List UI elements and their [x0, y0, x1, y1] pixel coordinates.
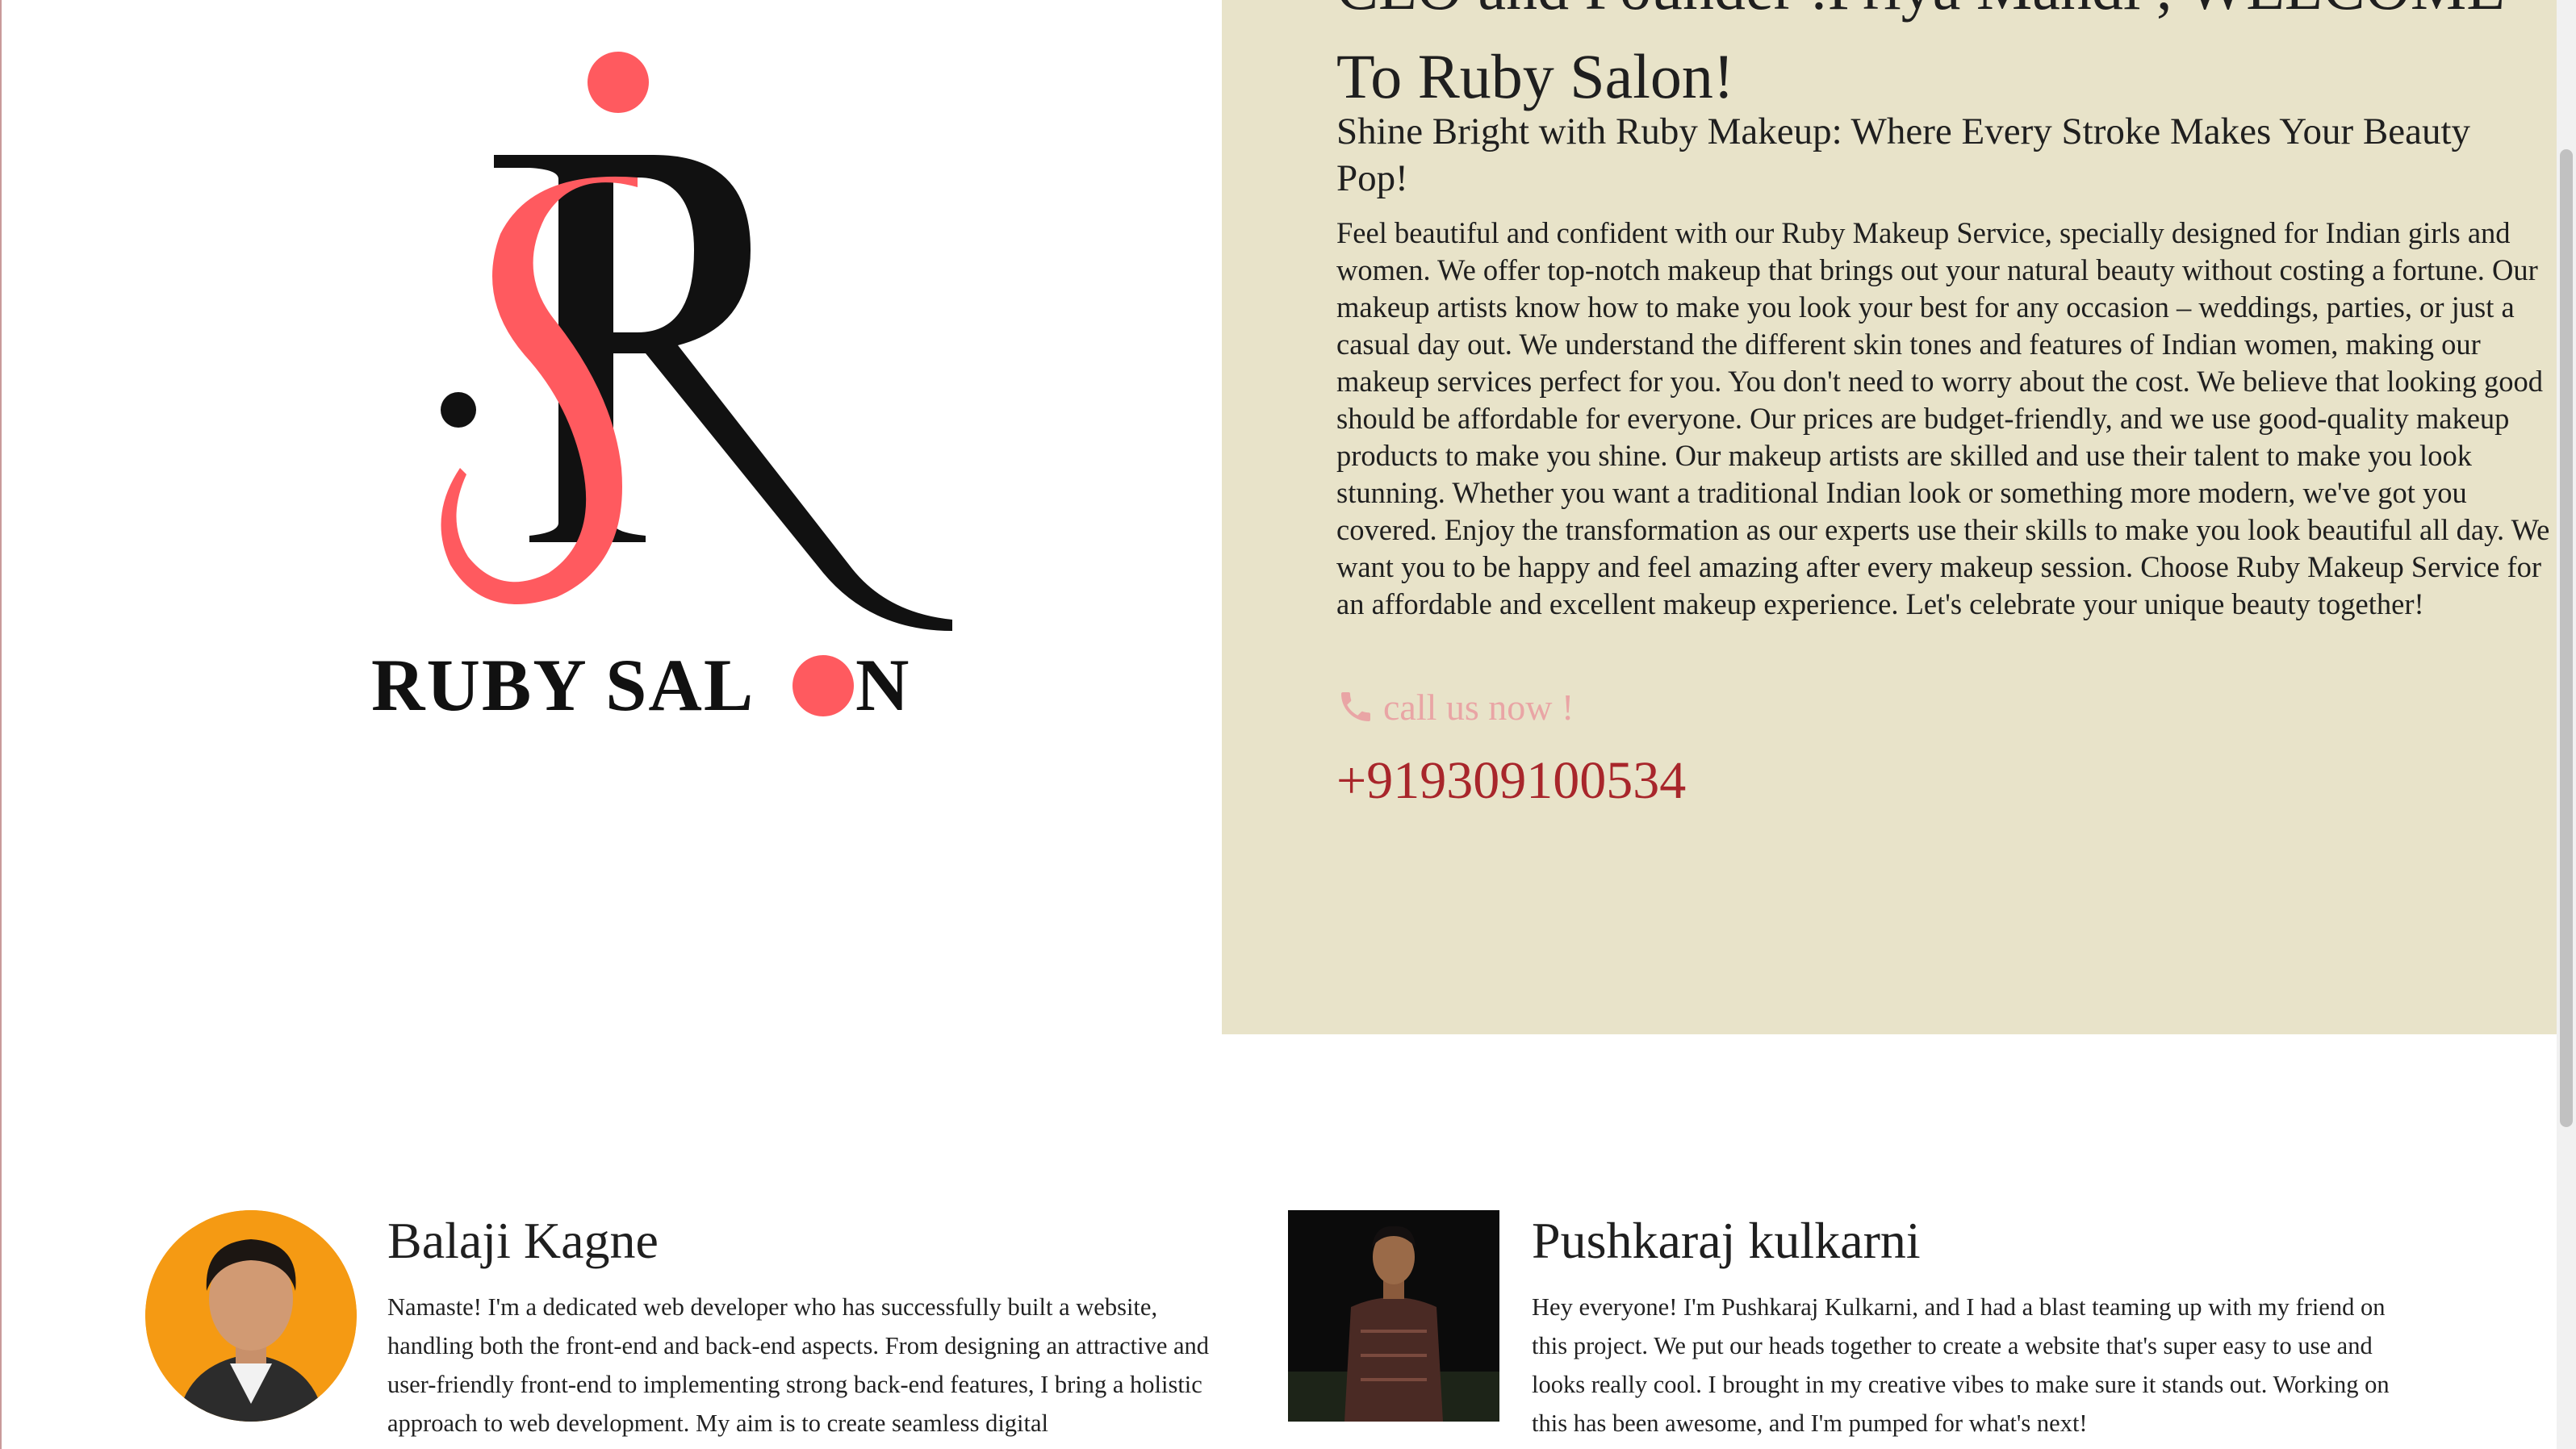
scrollbar-thumb[interactable] [2560, 149, 2573, 1127]
member-bio: Hey everyone! I'm Pushkaraj Kulkarni, an… [1532, 1293, 2390, 1437]
member-name: Balaji Kagne [387, 1212, 659, 1269]
call-us-link[interactable]: call us now ! [1336, 684, 1574, 729]
phone-icon [1336, 687, 1375, 726]
hero-title: CEO and Founder :Priya Mandi , WELCOME T… [1336, 0, 2505, 111]
ruby-salon-logo: RUBY SAL N [371, 48, 985, 742]
member-avatar [1288, 1210, 1499, 1422]
page-left-border [0, 0, 2, 1449]
hero-subtitle: Shine Bright with Ruby Makeup: Where Eve… [1336, 111, 2471, 199]
member-avatar [145, 1210, 357, 1422]
hero-panel: CEO and Founder :Priya Mandi , WELCOME T… [1222, 0, 2557, 1034]
page-scrollbar[interactable] [2557, 0, 2576, 1449]
phone-number-link[interactable]: +919309100534 [1336, 749, 1686, 813]
hero-description: Feel beautiful and confident with our Ru… [1336, 216, 2550, 620]
member-bio: Namaste! I'm a dedicated web developer w… [387, 1293, 1210, 1437]
svg-text:RUBY SAL: RUBY SAL [371, 644, 755, 726]
call-us-label: call us now ! [1383, 686, 1574, 728]
member-name: Pushkaraj kulkarni [1532, 1212, 1921, 1269]
svg-text:N: N [855, 644, 909, 726]
